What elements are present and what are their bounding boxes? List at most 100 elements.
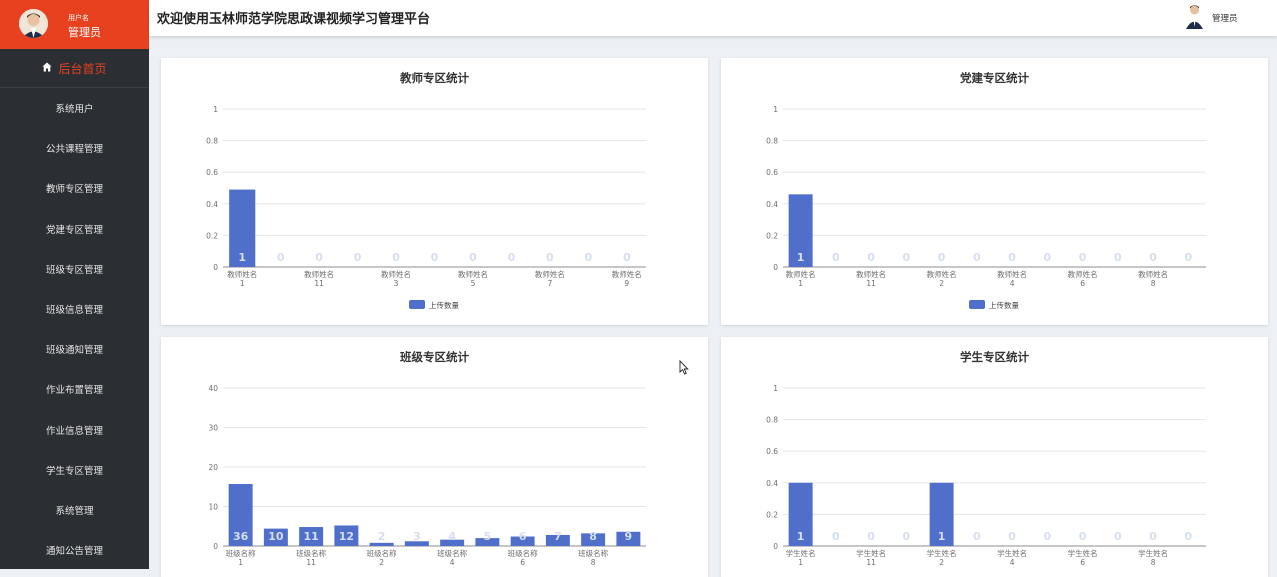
user-name: 管理员 bbox=[68, 26, 101, 39]
x-tick-label: 教师姓名 bbox=[927, 269, 957, 279]
x-tick-label: 教师姓名 bbox=[997, 269, 1027, 279]
y-tick-label: 10 bbox=[208, 503, 218, 512]
sidebar-item[interactable]: 通知公告管理 bbox=[0, 530, 149, 570]
y-tick-label: 0.8 bbox=[766, 416, 778, 425]
y-tick-label: 0 bbox=[213, 263, 218, 272]
sidebar-item[interactable]: 班级专区管理 bbox=[0, 249, 149, 289]
avatar[interactable] bbox=[19, 9, 48, 38]
x-tick-label: 学生姓名 bbox=[786, 548, 816, 558]
x-tick-label: 学生姓名 bbox=[856, 548, 886, 558]
data-label: 0 bbox=[623, 251, 631, 264]
data-label: 0 bbox=[1079, 251, 1087, 264]
data-label: 0 bbox=[1114, 530, 1122, 543]
data-label: 0 bbox=[354, 251, 362, 264]
bar-chart: 00.20.40.60.811 0 0 0 1 0 0 0 0 0 0 0学生姓名1学生姓名11学生姓… bbox=[766, 384, 1206, 567]
data-label: 0 bbox=[903, 251, 911, 264]
sidebar-menu: 系统用户 公共课程管理 教师专区管理 党建专区管理 班级专区管理 班级信息管理 班级通知管理… bbox=[0, 88, 149, 570]
x-tick-label: 2 bbox=[379, 558, 384, 567]
sidebar-item[interactable]: 公共课程管理 bbox=[0, 128, 149, 168]
x-tick-label: 4 bbox=[1010, 558, 1015, 567]
x-tick-label: 2 bbox=[939, 558, 944, 567]
header-user-name[interactable]: 管理员 bbox=[1212, 12, 1238, 24]
data-label: 0 bbox=[1008, 530, 1016, 543]
x-tick-label: 教师姓名 bbox=[786, 269, 816, 279]
data-label: 9 bbox=[625, 530, 633, 543]
y-tick-label: 0 bbox=[773, 542, 778, 551]
sidebar-item[interactable]: 教师专区管理 bbox=[0, 168, 149, 208]
y-tick-label: 0.2 bbox=[206, 231, 218, 240]
sidebar-item[interactable]: 班级信息管理 bbox=[0, 289, 149, 329]
y-tick-label: 0.4 bbox=[766, 479, 778, 488]
data-label: 0 bbox=[973, 530, 981, 543]
data-label: 0 bbox=[1149, 251, 1157, 264]
x-tick-label: 8 bbox=[1151, 279, 1156, 288]
sidebar-item[interactable]: 党建专区管理 bbox=[0, 209, 149, 249]
bar-chart: 01020304036 10 11 12 2 3 4 5 6 7 8 9班级名称1班级名称11班级名称… bbox=[208, 384, 646, 567]
data-label: 0 bbox=[469, 251, 477, 264]
bar[interactable] bbox=[369, 542, 394, 546]
x-tick-label: 11 bbox=[314, 279, 324, 288]
legend-swatch[interactable] bbox=[969, 300, 985, 309]
mouse-cursor-icon bbox=[679, 360, 689, 375]
x-tick-label: 2 bbox=[939, 279, 944, 288]
data-label: 1 bbox=[938, 530, 946, 543]
x-tick-label: 教师姓名 bbox=[458, 269, 488, 279]
y-tick-label: 1 bbox=[213, 105, 218, 114]
data-label: 0 bbox=[973, 251, 981, 264]
data-label: 7 bbox=[554, 530, 562, 543]
data-label: 0 bbox=[392, 251, 400, 264]
data-label: 5 bbox=[484, 530, 492, 543]
x-tick-label: 11 bbox=[866, 558, 876, 567]
legend-swatch[interactable] bbox=[409, 300, 425, 309]
y-tick-label: 1 bbox=[773, 384, 778, 393]
data-label: 1 bbox=[797, 251, 805, 264]
x-tick-label: 1 bbox=[798, 558, 803, 567]
user-avatar-icon[interactable] bbox=[1185, 3, 1204, 29]
x-tick-label: 班级名称 bbox=[296, 548, 326, 558]
y-tick-label: 0.8 bbox=[766, 137, 778, 146]
data-label: 0 bbox=[1185, 251, 1193, 264]
data-label: 0 bbox=[277, 251, 285, 264]
x-tick-label: 教师姓名 bbox=[1138, 269, 1168, 279]
data-label: 6 bbox=[519, 530, 527, 543]
x-tick-label: 教师姓名 bbox=[535, 269, 565, 279]
data-label: 0 bbox=[867, 530, 875, 543]
home-icon bbox=[42, 61, 52, 75]
sidebar-item[interactable]: 学生专区管理 bbox=[0, 450, 149, 490]
y-tick-label: 0 bbox=[773, 263, 778, 272]
x-tick-label: 学生姓名 bbox=[1138, 548, 1168, 558]
teacher-zone-chart-card: 教师专区统计 0 0.2 0.4 0.6 0.8 1 1 0 0 0 0 0 0 0 0 0 0 教师姓名 1 教师姓… bbox=[161, 58, 708, 325]
sidebar-item[interactable]: 系统管理 bbox=[0, 490, 149, 530]
user-avatar-icon bbox=[19, 9, 48, 38]
data-label: 0 bbox=[584, 251, 592, 264]
sidebar-item[interactable]: 班级通知管理 bbox=[0, 329, 149, 369]
x-tick-label: 4 bbox=[450, 558, 455, 567]
x-tick-label: 6 bbox=[1080, 558, 1085, 567]
sidebar-item[interactable]: 作业信息管理 bbox=[0, 410, 149, 450]
party-zone-chart-card: 党建专区统计 0 0.2 0.4 0.6 0.8 1 1 0 0 0 0 0 0 0 0 0 0 0 教师姓名 1 教师… bbox=[721, 58, 1268, 325]
x-tick-label: 3 bbox=[394, 279, 399, 288]
sidebar-user-panel: 用户名 管理员 bbox=[0, 0, 149, 49]
y-tick-label: 0.4 bbox=[766, 200, 778, 209]
x-tick-label: 11 bbox=[866, 279, 876, 288]
legend-label[interactable]: 上传数量 bbox=[429, 300, 459, 310]
sidebar-item-home[interactable]: 后台首页 bbox=[0, 49, 149, 88]
y-tick-label: 0.2 bbox=[766, 510, 778, 519]
x-tick-label: 教师姓名 bbox=[381, 269, 411, 279]
x-tick-label: 班级名称 bbox=[226, 548, 256, 558]
bar-chart: 00.20.40.60.811 0 0 0 0 0 0 0 0 0 0 0教师姓名1教师姓名11教师姓… bbox=[766, 105, 1206, 310]
data-label: 0 bbox=[1008, 251, 1016, 264]
x-tick-label: 班级名称 bbox=[367, 548, 397, 558]
x-tick-label: 教师姓名 bbox=[856, 269, 886, 279]
data-label: 10 bbox=[268, 530, 284, 543]
sidebar-item[interactable]: 作业布置管理 bbox=[0, 369, 149, 409]
data-label: 0 bbox=[1044, 251, 1052, 264]
data-label: 0 bbox=[1079, 530, 1087, 543]
x-tick-label: 5 bbox=[471, 279, 476, 288]
y-tick-label: 0 bbox=[213, 542, 218, 551]
x-tick-label: 6 bbox=[520, 558, 525, 567]
data-label: 3 bbox=[413, 530, 421, 543]
legend-label[interactable]: 上传数量 bbox=[989, 300, 1019, 310]
sidebar-item[interactable]: 系统用户 bbox=[0, 88, 149, 128]
data-label: 0 bbox=[315, 251, 323, 264]
